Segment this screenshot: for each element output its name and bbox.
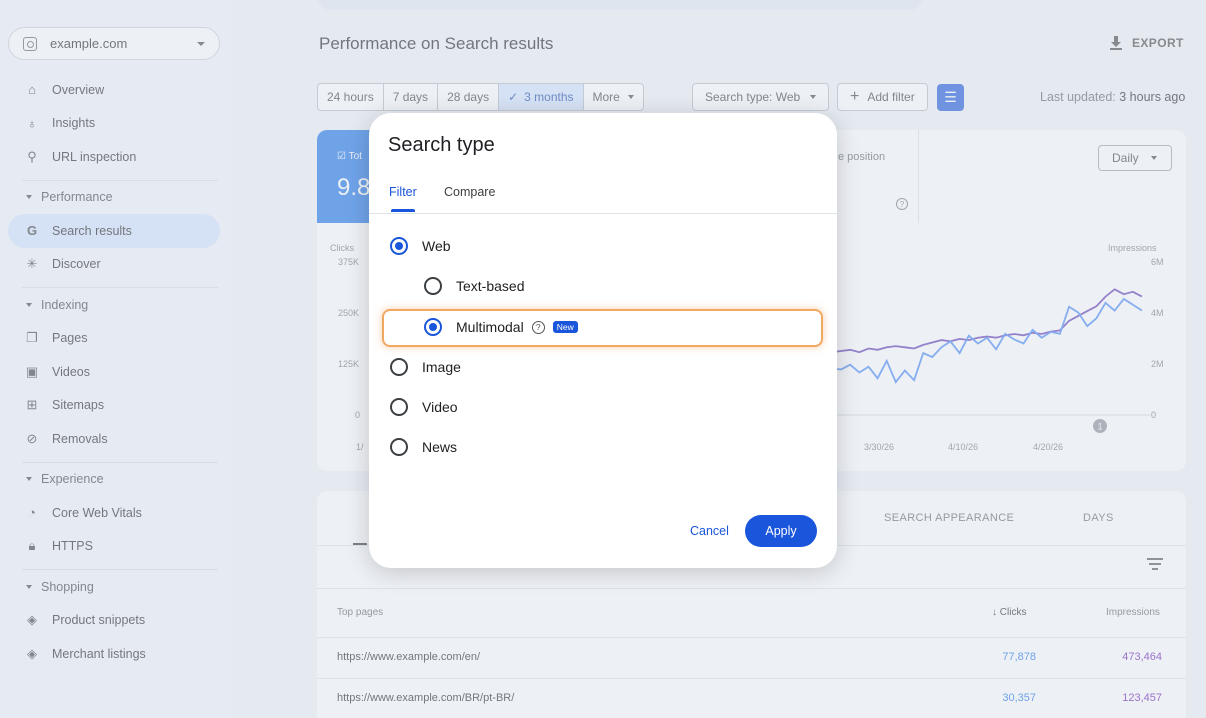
- option-image[interactable]: Image: [390, 358, 461, 376]
- tab-compare[interactable]: Compare: [444, 185, 495, 199]
- option-video[interactable]: Video: [390, 398, 458, 416]
- option-multimodal[interactable]: Multimodal ? New: [424, 318, 578, 336]
- active-tab-indicator: [391, 209, 415, 212]
- search-type-dialog: Search type Filter Compare Web Text-base…: [369, 113, 837, 568]
- option-label: News: [422, 439, 458, 455]
- apply-button[interactable]: Apply: [745, 515, 817, 547]
- radio[interactable]: [390, 438, 408, 456]
- radio-selected[interactable]: [424, 318, 442, 336]
- radio[interactable]: [424, 277, 442, 295]
- option-label: Multimodal: [456, 319, 524, 335]
- option-label: Web: [422, 238, 451, 254]
- option-news[interactable]: News: [390, 438, 457, 456]
- help-icon[interactable]: ?: [531, 320, 545, 334]
- tab-filter[interactable]: Filter: [389, 185, 417, 199]
- option-web[interactable]: Web: [390, 237, 451, 255]
- divider: [369, 213, 837, 214]
- dialog-title: Search type: [388, 134, 495, 156]
- new-badge: New: [552, 321, 578, 333]
- option-text-based[interactable]: Text-based: [424, 277, 524, 295]
- cancel-button[interactable]: Cancel: [690, 524, 729, 538]
- option-label: Text-based: [456, 278, 525, 294]
- option-label: Image: [422, 359, 461, 375]
- radio[interactable]: [390, 358, 408, 376]
- option-label: Video: [422, 399, 458, 415]
- radio-selected[interactable]: [390, 237, 408, 255]
- radio[interactable]: [390, 398, 408, 416]
